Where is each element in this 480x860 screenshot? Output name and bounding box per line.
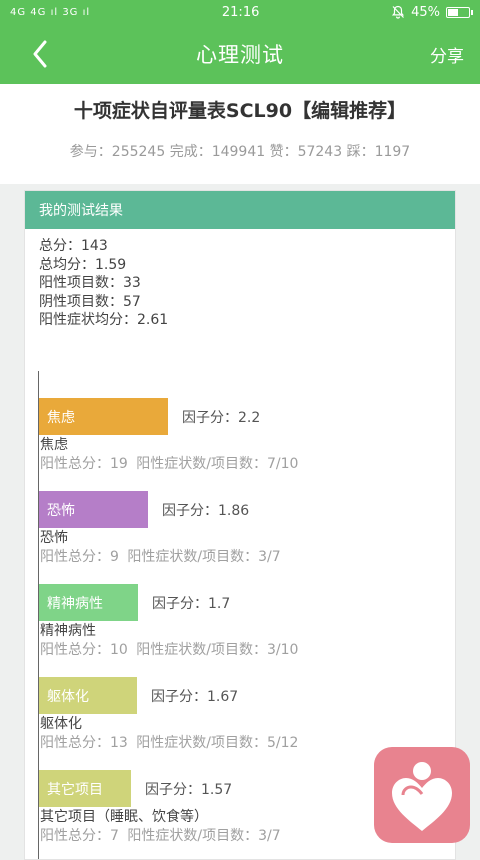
floating-action-button[interactable] [374, 747, 470, 843]
factor-detail: 阳性总分：7 阳性症状数/项目数：3/7 [40, 828, 281, 844]
back-button[interactable] [22, 34, 58, 74]
clock: 21:16 [221, 4, 260, 20]
factor-name: 恐怖 [40, 530, 68, 546]
factor-score: 因子分：2.2 [182, 409, 261, 426]
test-stats: 参与：255245 完成：149941 赞：57243 踩：1197 [69, 144, 411, 160]
factor-detail: 阳性总分：19 阳性症状数/项目数：7/10 [40, 456, 299, 472]
total-average: 总均分：1.59 [39, 256, 127, 273]
factor-bar: 恐怖 [39, 491, 148, 528]
factor-bar: 焦虑 [39, 398, 168, 435]
factor-name: 其它项目（睡眠、饮食等） [40, 809, 208, 825]
total-score: 总分：143 [39, 238, 108, 254]
factor-score: 因子分：1.7 [152, 595, 231, 612]
result-summary: 总分：143 总均分：1.59 阳性项目数：33 阴性项目数：57 阳性症状均分… [25, 229, 455, 330]
page-title: 心理测试 [196, 43, 284, 67]
factor-bar: 其它项目 [39, 770, 131, 807]
factor-detail: 阳性总分：9 阳性症状数/项目数：3/7 [40, 549, 281, 565]
factor-bar: 精神病性 [39, 584, 138, 621]
mute-bell-icon [392, 5, 405, 19]
signal-indicator: 4G 4G ıl 3G ıl [10, 6, 91, 18]
factor-detail: 阳性总分：10 阳性症状数/项目数：3/10 [40, 642, 299, 658]
battery-icon [445, 6, 473, 18]
factor-score: 因子分：1.86 [162, 502, 250, 519]
factor-detail: 阳性总分：13 阳性症状数/项目数：5/12 [40, 735, 299, 751]
test-header: 十项症状自评量表SCL90【编辑推荐】 参与：255245 完成：149941 … [0, 84, 480, 184]
chevron-left-icon [33, 40, 47, 68]
heart-person-icon [392, 762, 452, 831]
status-right: 45% [391, 4, 473, 20]
positive-symptom-average: 阳性症状均分：2.61 [39, 312, 169, 328]
factor-bar: 躯体化 [39, 677, 137, 714]
factor-name: 躯体化 [40, 716, 82, 732]
app-bar: 心理测试 分享 [0, 24, 480, 84]
battery-percent: 45% [411, 4, 440, 20]
factor-score: 因子分：1.57 [145, 781, 233, 798]
factor-name: 焦虑 [40, 437, 68, 453]
status-bar: 4G 4G ıl 3G ıl 21:16 45% [0, 0, 480, 24]
factor-score: 因子分：1.67 [151, 688, 239, 705]
positive-item-count: 阳性项目数：33 [39, 275, 141, 291]
negative-item-count: 阴性项目数：57 [39, 293, 141, 310]
test-title: 十项症状自评量表SCL90【编辑推荐】 [73, 100, 407, 122]
factor-name: 精神病性 [40, 623, 96, 639]
share-button[interactable]: 分享 [430, 42, 464, 67]
result-header: 我的测试结果 [25, 191, 455, 229]
